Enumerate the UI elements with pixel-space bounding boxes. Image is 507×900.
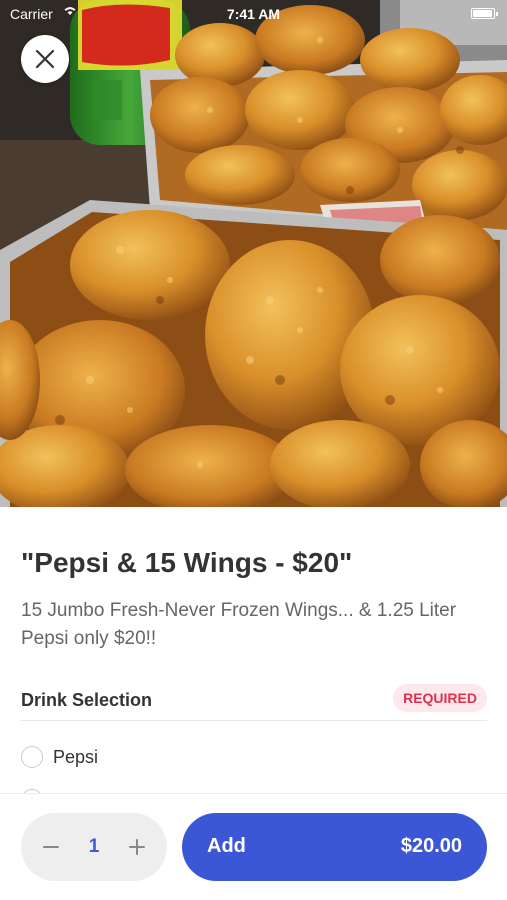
radio-button[interactable] — [21, 746, 43, 768]
required-badge: REQUIRED — [393, 684, 487, 712]
add-label: Add — [207, 835, 246, 857]
add-to-cart-button[interactable]: Add $20.00 — [182, 813, 487, 881]
quantity-stepper: 1 — [21, 813, 167, 881]
item-description: 15 Jumbo Fresh-Never Frozen Wings... & 1… — [21, 600, 457, 649]
section-title: Drink Selection — [21, 690, 153, 710]
close-button[interactable] — [21, 35, 69, 83]
status-time: 7:41 AM — [226, 6, 281, 22]
plus-icon — [128, 839, 145, 855]
increase-button[interactable] — [127, 837, 147, 857]
option-label: Pepsi — [53, 746, 99, 767]
item-title: "Pepsi & 15 Wings - $20" — [21, 547, 353, 578]
drink-selection-header: Drink Selection REQUIRED — [21, 684, 487, 721]
decrease-button[interactable] — [41, 837, 61, 857]
close-icon — [35, 49, 55, 69]
minus-icon — [43, 846, 59, 848]
item-photo-art — [0, 0, 507, 507]
bottom-action-bar: 1 Add $20.00 — [0, 793, 507, 900]
add-price: $20.00 — [400, 835, 462, 857]
status-bar: Carrier 7:41 AM — [0, 0, 507, 28]
quantity-value: 1 — [88, 836, 100, 857]
drink-option-pepsi[interactable]: Pepsi — [21, 744, 98, 770]
item-photo: Carrier 7:41 AM — [0, 0, 507, 507]
battery-icon — [471, 8, 498, 19]
